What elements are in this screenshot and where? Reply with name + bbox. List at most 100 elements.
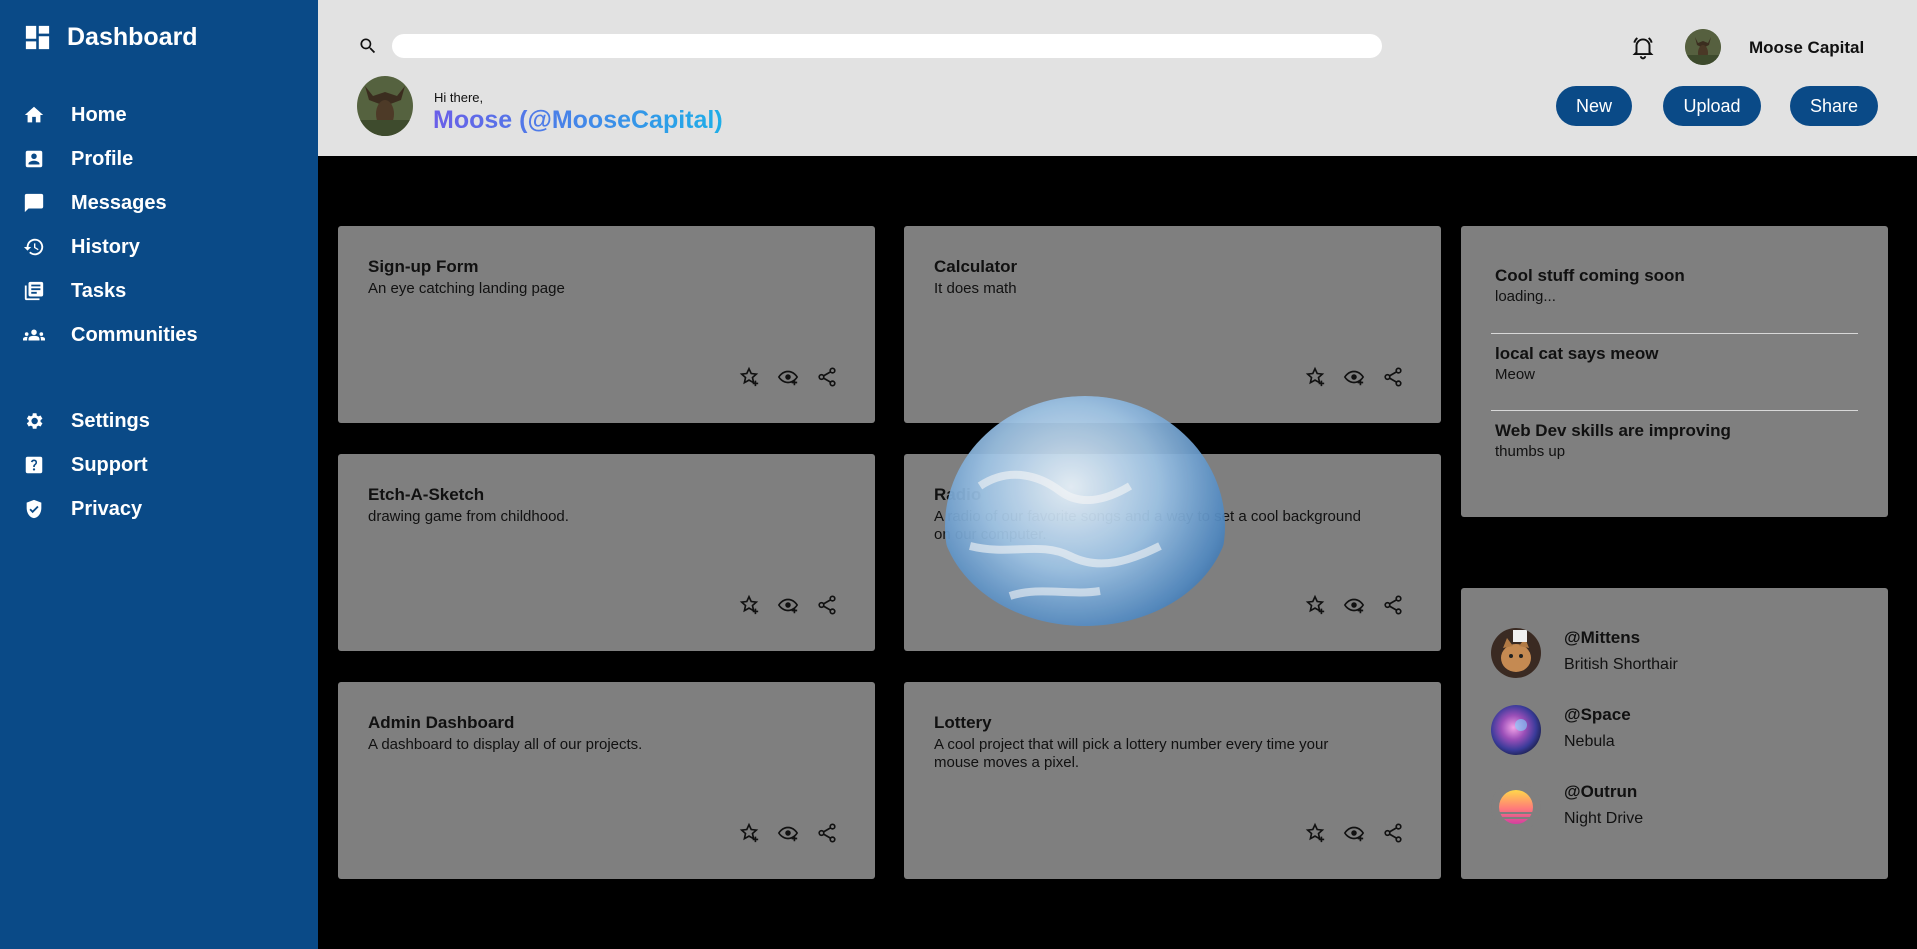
divider — [1491, 333, 1858, 334]
project-title: Admin Dashboard — [368, 713, 515, 732]
greeting-text: Hi there, — [434, 90, 484, 105]
project-card: Calculator It does math — [904, 226, 1441, 423]
project-card: Lottery A cool project that will pick a … — [904, 682, 1441, 879]
trending-handle: @Outrun — [1564, 782, 1638, 801]
watch-icon[interactable] — [1343, 822, 1365, 844]
trending-item[interactable]: @Mittens British Shorthair — [1491, 628, 1861, 688]
card-actions — [738, 822, 855, 844]
avatar — [1491, 628, 1541, 678]
brand[interactable]: Dashboard — [22, 20, 198, 54]
share-icon[interactable] — [1382, 594, 1404, 616]
project-title: Etch-A-Sketch — [368, 485, 485, 504]
share-icon[interactable] — [1382, 822, 1404, 844]
dashboard-icon — [25, 25, 50, 49]
upload-button[interactable]: Upload — [1663, 86, 1761, 126]
trending-panel: @Mittens British Shorthair @Space Nebula… — [1461, 588, 1888, 879]
nebula-avatar-icon — [1491, 705, 1541, 755]
earth-image — [940, 396, 1230, 626]
star-add-icon[interactable] — [738, 594, 760, 616]
project-description: An eye catching landing page — [368, 280, 565, 297]
project-description: drawing game from childhood. — [368, 508, 569, 525]
project-title: Calculator — [934, 257, 1018, 276]
share-button[interactable]: Share — [1790, 86, 1878, 126]
star-add-icon[interactable] — [1304, 594, 1326, 616]
card-actions — [738, 594, 855, 616]
sidebar-item-label: Privacy — [71, 497, 143, 520]
project-description: A cool project that will pick a lottery … — [934, 736, 1329, 771]
announcement-item[interactable]: Cool stuff coming soon loading... — [1495, 266, 1861, 305]
home-icon — [24, 106, 44, 123]
share-icon[interactable] — [816, 366, 838, 388]
watch-icon[interactable] — [777, 366, 799, 388]
watch-icon[interactable] — [1343, 594, 1365, 616]
history-icon — [23, 238, 44, 256]
sidebar-item-support[interactable]: Support — [0, 443, 318, 487]
star-add-icon[interactable] — [738, 366, 760, 388]
sidebar-item-profile[interactable]: Profile — [0, 137, 318, 181]
share-icon[interactable] — [816, 594, 838, 616]
sidebar-item-label: Home — [71, 103, 127, 126]
nav-secondary: Settings Support Privacy — [0, 399, 318, 531]
sidebar-item-label: Support — [71, 453, 148, 476]
announcement-subtitle: thumbs up — [1495, 443, 1566, 460]
announcement-item[interactable]: local cat says meow Meow — [1495, 344, 1861, 383]
announcements-panel: Cool stuff coming soon loading... local … — [1461, 226, 1888, 517]
trending-subtitle: British Shorthair — [1564, 656, 1678, 673]
star-add-icon[interactable] — [1304, 822, 1326, 844]
card-actions — [738, 366, 855, 388]
project-card: Etch-A-Sketch drawing game from childhoo… — [338, 454, 875, 651]
sidebar-item-privacy[interactable]: Privacy — [0, 487, 318, 531]
tasks-icon — [24, 281, 44, 301]
new-button[interactable]: New — [1556, 86, 1632, 126]
share-icon[interactable] — [1382, 366, 1404, 388]
trending-handle: @Mittens — [1564, 628, 1641, 647]
share-icon[interactable] — [816, 822, 838, 844]
profile-icon — [25, 150, 43, 168]
star-add-icon[interactable] — [738, 822, 760, 844]
announcement-subtitle: loading... — [1495, 288, 1556, 305]
avatar[interactable] — [1685, 29, 1721, 65]
card-actions — [1304, 594, 1421, 616]
avatar — [1491, 705, 1541, 755]
avatar — [1491, 782, 1541, 832]
shield-icon — [26, 499, 42, 519]
brand-title: Dashboard — [67, 22, 198, 51]
bell-icon[interactable] — [1630, 34, 1656, 60]
moose-avatar-icon — [1685, 29, 1721, 65]
trending-handle: @Space — [1564, 705, 1631, 724]
sidebar-item-history[interactable]: History — [0, 225, 318, 269]
gear-icon — [26, 413, 43, 429]
trending-subtitle: Night Drive — [1564, 810, 1644, 827]
sidebar-item-tasks[interactable]: Tasks — [0, 269, 318, 313]
sidebar-item-communities[interactable]: Communities — [0, 313, 318, 357]
star-add-icon[interactable] — [1304, 366, 1326, 388]
announcement-subtitle: Meow — [1495, 366, 1536, 383]
project-description: A dashboard to display all of our projec… — [368, 736, 643, 753]
display-name: Moose (@MooseCapital) — [433, 106, 723, 134]
sidebar-item-messages[interactable]: Messages — [0, 181, 318, 225]
project-title: Sign-up Form — [368, 257, 479, 276]
trending-item[interactable]: @Space Nebula — [1491, 705, 1861, 765]
trending-subtitle: Nebula — [1564, 733, 1615, 750]
card-actions — [1304, 822, 1421, 844]
card-actions — [1304, 366, 1421, 388]
announcement-title: local cat says meow — [1495, 344, 1659, 363]
divider — [1491, 410, 1858, 411]
user-name[interactable]: Moose Capital — [1749, 38, 1864, 58]
announcement-item[interactable]: Web Dev skills are improving thumbs up — [1495, 421, 1861, 460]
watch-icon[interactable] — [777, 594, 799, 616]
sidebar-item-label: Profile — [71, 147, 134, 170]
sidebar-item-label: History — [71, 235, 140, 258]
announcement-title: Cool stuff coming soon — [1495, 266, 1685, 285]
sidebar-item-settings[interactable]: Settings — [0, 399, 318, 443]
watch-icon[interactable] — [1343, 366, 1365, 388]
project-description: It does math — [934, 280, 1017, 297]
sidebar-item-home[interactable]: Home — [0, 93, 318, 137]
search-icon[interactable] — [358, 36, 378, 56]
help-icon — [25, 456, 43, 474]
watch-icon[interactable] — [777, 822, 799, 844]
search-input[interactable] — [392, 34, 1382, 58]
sidebar-item-label: Messages — [71, 191, 167, 214]
trending-item[interactable]: @Outrun Night Drive — [1491, 782, 1861, 842]
project-card: Sign-up Form An eye catching landing pag… — [338, 226, 875, 423]
